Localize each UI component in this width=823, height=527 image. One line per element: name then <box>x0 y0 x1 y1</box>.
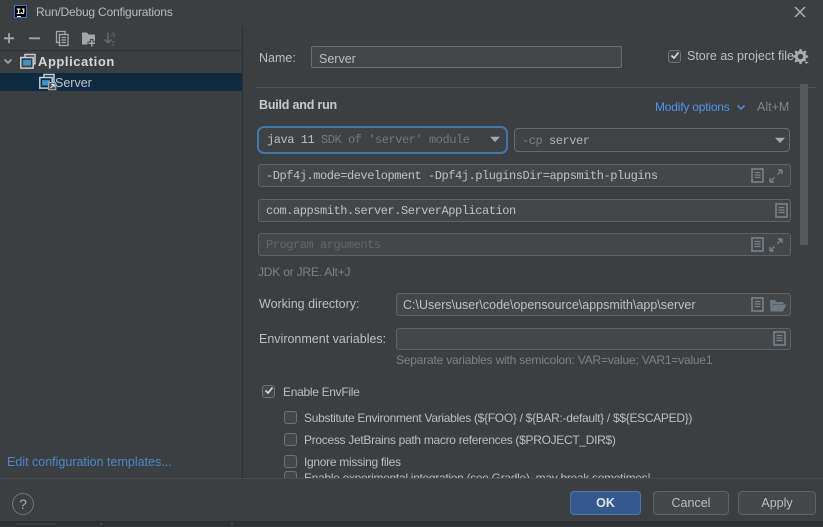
svg-text:z: z <box>111 39 115 48</box>
